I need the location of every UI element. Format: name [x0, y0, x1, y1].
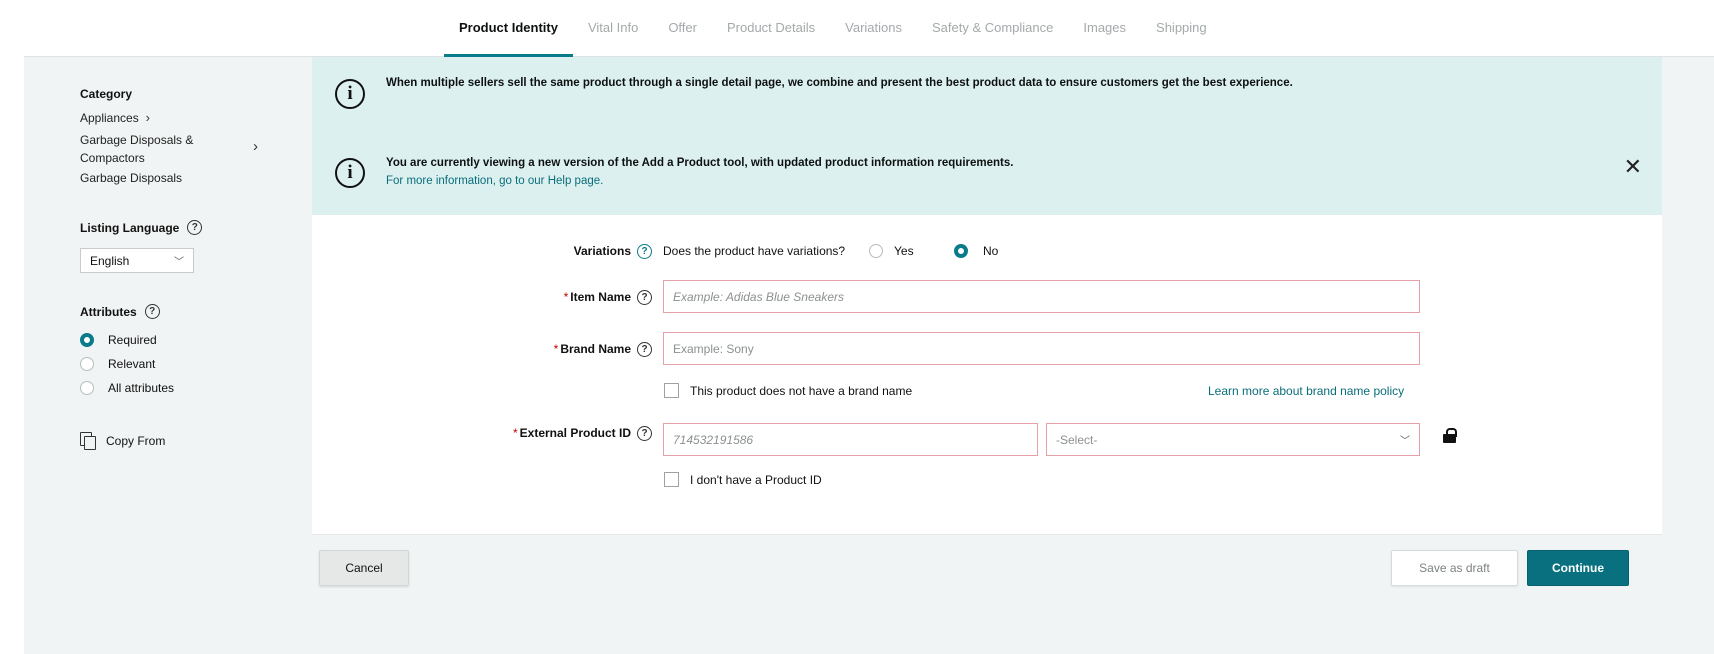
attributes-heading: Attributes ? — [80, 304, 160, 319]
category-appliances[interactable]: Appliances › — [80, 110, 150, 125]
brand-name-input[interactable]: Example: Sony — [663, 332, 1420, 365]
help-icon[interactable]: ? — [144, 304, 160, 319]
top-tab-bar: Product Identity Vital Info Offer Produc… — [24, 0, 1714, 57]
lock-icon — [1443, 428, 1457, 443]
category-garbage-disposals[interactable]: Garbage Disposals — [80, 171, 182, 185]
close-icon[interactable]: ✕ — [1624, 154, 1642, 180]
attribute-option-required[interactable]: Required — [80, 333, 157, 347]
external-id-label-row: * External Product ID ? — [432, 424, 652, 442]
listing-language-value: English — [90, 253, 130, 268]
category-line-1: Garbage Disposals & — [80, 133, 194, 147]
variations-yes-option[interactable]: Yes — [869, 244, 914, 258]
category-appliances-label: Appliances — [80, 111, 139, 125]
chevron-down-icon: ﹀ — [1400, 436, 1410, 447]
attributes-title: Attributes — [80, 304, 137, 319]
save-as-draft-button[interactable]: Save as draft — [1391, 550, 1518, 586]
tab-images[interactable]: Images — [1068, 0, 1141, 57]
variations-no-option[interactable]: No — [954, 244, 998, 258]
help-page-link[interactable]: For more information, go to our Help pag… — [386, 175, 603, 187]
tab-shipping[interactable]: Shipping — [1141, 0, 1222, 57]
variations-label: Variations — [573, 244, 631, 258]
info-banner-new-version: i You are currently viewing a new versio… — [312, 132, 1662, 215]
help-icon[interactable]: ? — [637, 341, 652, 357]
help-icon[interactable]: ? — [637, 425, 652, 441]
variations-label-row: Variations ? — [492, 242, 652, 260]
radio-selected-icon[interactable] — [80, 333, 94, 347]
radio-icon[interactable] — [80, 357, 94, 371]
required-marker: * — [563, 290, 569, 304]
copy-from-button[interactable]: Copy From — [80, 432, 166, 450]
required-marker: * — [512, 426, 518, 440]
chevron-down-icon: ﹀ — [174, 257, 184, 268]
info-icon: i — [335, 158, 365, 188]
no-product-id-checkbox[interactable] — [664, 472, 679, 487]
copy-icon — [80, 432, 96, 450]
attribute-option-label: Required — [108, 333, 157, 347]
help-icon[interactable]: ? — [637, 243, 652, 259]
product-identity-form: Variations ? Does the product have varia… — [312, 215, 1662, 535]
banner-text: You are currently viewing a new version … — [386, 157, 1014, 169]
category-garbage-disposals-compactors[interactable]: Garbage Disposals & Compactors — [80, 133, 193, 165]
listing-language-title: Listing Language — [80, 220, 180, 235]
brand-policy-link[interactable]: Learn more about brand name policy — [1208, 384, 1404, 398]
radio-selected-icon[interactable] — [954, 244, 968, 258]
info-banner-best-data: i When multiple sellers sell the same pr… — [312, 57, 1662, 132]
tab-variations[interactable]: Variations — [830, 0, 917, 57]
attribute-option-relevant[interactable]: Relevant — [80, 357, 155, 371]
variations-question: Does the product have variations? — [663, 244, 846, 258]
tab-product-details[interactable]: Product Details — [712, 0, 830, 57]
external-id-label: External Product ID — [519, 426, 631, 440]
listing-language-select[interactable]: English ﹀ — [80, 248, 194, 273]
category-title: Category — [80, 87, 133, 101]
radio-icon[interactable] — [869, 244, 883, 258]
info-icon: i — [335, 79, 365, 109]
item-name-label: Item Name — [570, 290, 631, 304]
attribute-option-label: Relevant — [108, 357, 156, 371]
variations-no-label: No — [983, 244, 999, 258]
attribute-option-all[interactable]: All attributes — [80, 381, 174, 395]
category-line-2: Compactors — [80, 151, 145, 165]
chevron-right-icon: › — [253, 138, 258, 155]
radio-icon[interactable] — [80, 381, 94, 395]
continue-button[interactable]: Continue — [1527, 550, 1629, 586]
cancel-button[interactable]: Cancel — [319, 550, 409, 586]
no-brand-label: This product does not have a brand name — [690, 384, 913, 398]
tab-product-identity[interactable]: Product Identity — [444, 0, 573, 57]
attribute-option-label: All attributes — [108, 381, 175, 395]
external-id-type-select[interactable]: -Select- ﹀ — [1046, 423, 1420, 456]
tab-vital-info[interactable]: Vital Info — [573, 0, 653, 57]
listing-language-heading: Listing Language ? — [80, 220, 203, 235]
copy-from-label: Copy From — [106, 433, 166, 448]
tab-list: Product Identity Vital Info Offer Produc… — [444, 0, 1222, 57]
item-name-label-row: * Item Name ? — [452, 288, 652, 306]
no-brand-checkbox[interactable] — [664, 383, 679, 398]
brand-name-label: Brand Name — [560, 342, 631, 356]
help-icon[interactable]: ? — [637, 289, 652, 305]
banner-text: When multiple sellers sell the same prod… — [386, 77, 1293, 89]
external-id-input[interactable]: 714532191586 — [663, 423, 1038, 456]
item-name-input[interactable]: Example: Adidas Blue Sneakers — [663, 280, 1420, 313]
external-id-type-value: -Select- — [1056, 432, 1098, 447]
chevron-right-icon: › — [142, 110, 151, 125]
variations-yes-label: Yes — [894, 244, 914, 258]
help-icon[interactable]: ? — [187, 220, 203, 235]
required-marker: * — [553, 342, 559, 356]
tab-offer[interactable]: Offer — [653, 0, 712, 57]
no-product-id-label: I don't have a Product ID — [690, 473, 822, 487]
tab-safety-compliance[interactable]: Safety & Compliance — [917, 0, 1068, 57]
brand-name-label-row: * Brand Name ? — [452, 340, 652, 358]
